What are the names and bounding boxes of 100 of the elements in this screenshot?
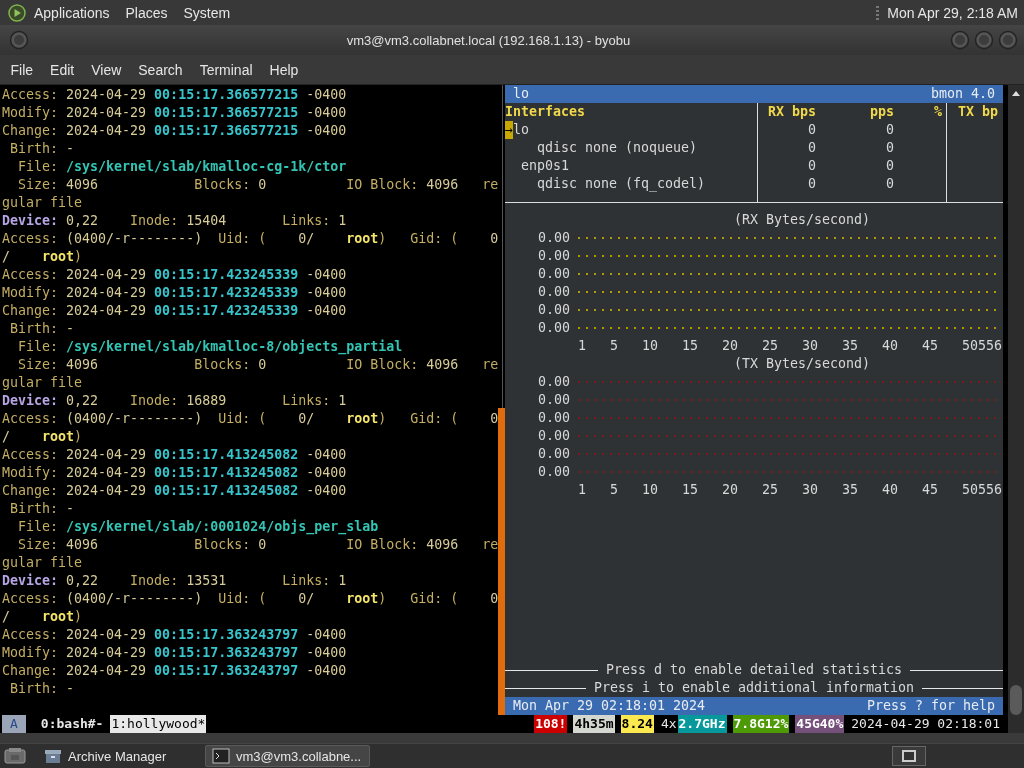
- grip-icon: [876, 4, 880, 21]
- scrollbar-thumb[interactable]: [1010, 685, 1022, 715]
- status-indicator: 8.24: [620, 715, 654, 733]
- terminal-line: Birth: -: [9, 320, 76, 338]
- status-indicator: 2.7GHz: [677, 715, 727, 733]
- workspace-switcher[interactable]: [892, 746, 926, 766]
- axis-label: 0.00: [536, 319, 570, 337]
- menu-item[interactable]: Search: [129, 61, 192, 78]
- terminal-line: Modify: 2024-04-29 00:15:17.366577215 -0400: [1, 104, 348, 122]
- panel-menu[interactable]: Places: [117, 4, 176, 21]
- maximize-button-icon[interactable]: [974, 30, 994, 50]
- table-cell-text: 0: [807, 175, 817, 193]
- table-cell-text: 0: [807, 157, 817, 175]
- axis-label: 20: [722, 481, 739, 499]
- status-indicator: 108!: [534, 715, 568, 733]
- axis-label: 1: [578, 337, 587, 355]
- terminal-line: Access: 2024-04-29 00:15:17.366577215 -0400: [1, 86, 348, 104]
- panel-menu[interactable]: Applications: [26, 4, 118, 21]
- table-cell-text: 0: [885, 157, 895, 175]
- hint-text: Press i to enable additional information: [592, 679, 916, 697]
- column-header: RX bps: [766, 103, 817, 121]
- axis-label: 35: [842, 337, 859, 355]
- terminal-line: Access: (0400/-r--------) Uid: ( 0/ root) Gid: ( 0: [1, 230, 498, 248]
- app-menu-logo-icon[interactable]: [8, 3, 26, 22]
- scroll-up-arrow-icon[interactable]: [1011, 89, 1021, 97]
- terminal-line: Modify: 2024-04-29 00:15:17.413245082 -0400: [1, 464, 348, 482]
- status-indicator: 4h35m: [573, 715, 615, 733]
- axis-label: 25: [762, 337, 779, 355]
- window-menu-button-icon[interactable]: [9, 30, 29, 50]
- terminal-line: / root): [1, 608, 84, 626]
- menu-item[interactable]: File: [2, 61, 42, 78]
- axis-label: 0.00: [536, 301, 570, 319]
- panel-menu[interactable]: System: [175, 4, 239, 21]
- terminal-line: Access: (0400/-r--------) Uid: ( 0/ root) Gid: ( 0: [1, 590, 498, 608]
- table-cell-text: 0: [885, 175, 895, 193]
- terminal-line: Change: 2024-04-29 00:15:17.423245339 -0400: [1, 302, 348, 320]
- axis-label: 15: [682, 481, 699, 499]
- window-tab[interactable]: 0:bash#-: [39, 715, 105, 733]
- menu-item[interactable]: Terminal: [191, 61, 262, 78]
- axis-label: 0.00: [536, 427, 570, 445]
- selection-cursor[interactable]: →: [505, 121, 513, 139]
- terminal-line: Change: 2024-04-29 00:15:17.413245082 -0400: [1, 482, 348, 500]
- taskbar-button[interactable]: Archive Manager: [37, 745, 202, 767]
- table-cell-text: 0: [885, 121, 895, 139]
- axis-label: 5: [610, 481, 619, 499]
- axis-label: 0.00: [536, 391, 570, 409]
- terminal-line: Birth: -: [9, 680, 76, 698]
- axis-label: 50556: [962, 337, 1003, 355]
- axis-label: 0.00: [536, 247, 570, 265]
- status-indicator: 7.8G12%: [732, 715, 790, 733]
- axis-label: 20: [722, 337, 739, 355]
- interface-row-name[interactable]: qdisc none (fq_codel): [505, 175, 706, 193]
- axis-label: 0.00: [536, 283, 570, 301]
- help-hint: Press ? for help: [866, 697, 995, 715]
- clock[interactable]: Mon Apr 29, 2:18 AM: [887, 4, 1018, 21]
- axis-label: 15: [682, 337, 699, 355]
- axis-label: 40: [882, 337, 899, 355]
- menu-item[interactable]: View: [82, 61, 130, 78]
- table-cell-text: 0: [885, 139, 895, 157]
- terminal-line: Modify: 2024-04-29 00:15:17.423245339 -0400: [1, 284, 348, 302]
- terminal-line: Access: (0400/-r--------) Uid: ( 0/ root) Gid: ( 0: [1, 410, 498, 428]
- taskbar-button[interactable]: vm3@vm3.collabne...: [205, 745, 370, 767]
- axis-label: 0.00: [536, 265, 570, 283]
- terminal-line: Size: 4096 Blocks: 0 IO Block: 4096 re: [17, 176, 498, 194]
- terminal-line: File: /sys/kernel/slab/kmalloc-8/objects_partial: [17, 338, 404, 356]
- menu-item[interactable]: Edit: [41, 61, 83, 78]
- window-tab[interactable]: 1:hollywood*: [110, 715, 207, 733]
- terminal-line: File: /sys/kernel/slab/:0001024/objs_per_slab: [17, 518, 380, 536]
- axis-label: 40: [882, 481, 899, 499]
- terminal-line: Birth: -: [9, 500, 76, 518]
- terminal-line: Access: 2024-04-29 00:15:17.423245339 -0400: [1, 266, 348, 284]
- axis-label: 0.00: [536, 463, 570, 481]
- minimize-button-icon[interactable]: [950, 30, 970, 50]
- table-cell-text: 0: [807, 139, 817, 157]
- terminal-icon: [901, 749, 917, 763]
- axis-label: 0.00: [536, 409, 570, 427]
- axis-label: 0.00: [536, 445, 570, 463]
- axis-label: 45: [922, 337, 939, 355]
- hint-text: Press d to enable detailed statistics: [604, 661, 904, 679]
- interface-row-name[interactable]: lo: [513, 121, 530, 139]
- terminal-line: Size: 4096 Blocks: 0 IO Block: 4096 re: [17, 356, 498, 374]
- axis-label: 5: [610, 337, 619, 355]
- terminal-line: / root): [1, 248, 84, 266]
- interface-row-name[interactable]: enp0s1: [505, 157, 570, 175]
- window-title: vm3@vm3.collabnet.local (192.168.1.13) - byobu: [345, 32, 632, 48]
- interface-row-name[interactable]: qdisc none (noqueue): [505, 139, 698, 157]
- terminal-line: Change: 2024-04-29 00:15:17.363243797 -0400: [1, 662, 348, 680]
- status-text: 2024-04-29 02:18:01: [850, 715, 1001, 733]
- axis-label: 0.00: [536, 229, 570, 247]
- show-desktop-icon[interactable]: [3, 746, 27, 766]
- terminal-line: Modify: 2024-04-29 00:15:17.363243797 -0400: [1, 644, 348, 662]
- close-button-icon[interactable]: [998, 30, 1018, 50]
- menu-item[interactable]: Help: [261, 61, 307, 78]
- terminal-line: Size: 4096 Blocks: 0 IO Block: 4096 re: [17, 536, 498, 554]
- terminal-icon: [212, 747, 230, 765]
- status-indicator: 45G40%: [795, 715, 845, 733]
- terminal-line: gular file: [1, 374, 84, 392]
- column-header: TX bp: [957, 103, 999, 121]
- axis-label: 30: [802, 481, 819, 499]
- terminal-line: Birth: -: [9, 140, 76, 158]
